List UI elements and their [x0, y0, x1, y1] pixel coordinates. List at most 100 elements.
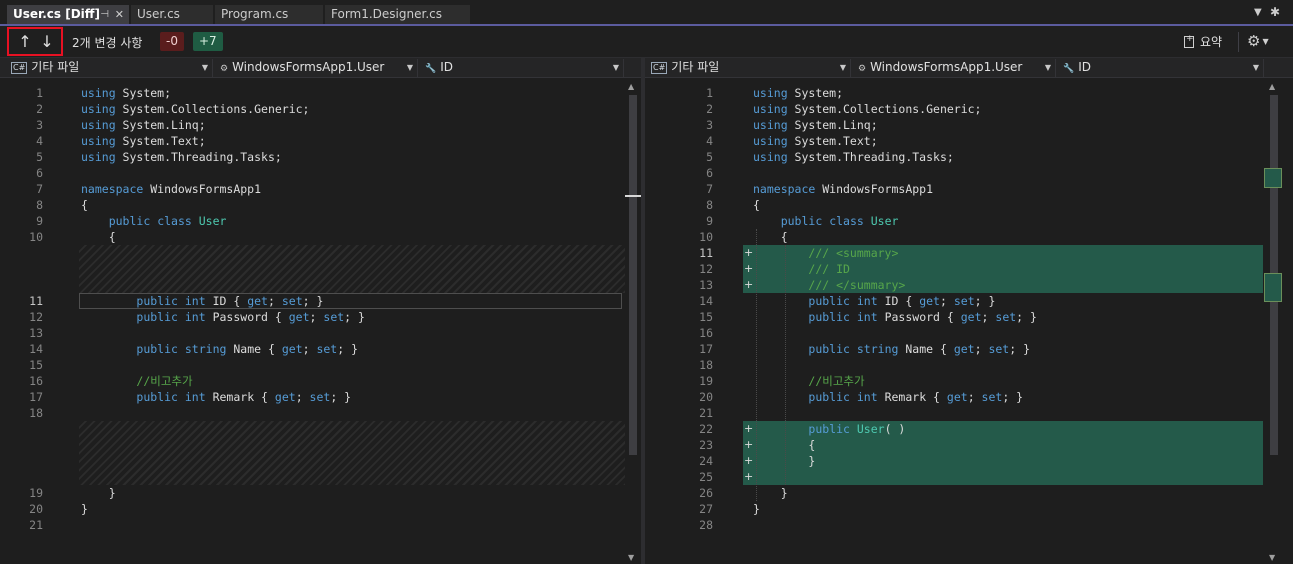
code-line: using System.Text;	[81, 134, 206, 148]
line-number: 10	[29, 230, 43, 244]
line-number: 27	[699, 502, 713, 516]
code-line: {	[753, 198, 760, 212]
left-vertical-scrollbar[interactable]: ▲ ▼	[625, 79, 641, 564]
code-line: }	[81, 486, 116, 500]
line-number: 9	[36, 214, 43, 228]
tab-label: Form1.Designer.cs	[331, 7, 442, 21]
tab-program-cs[interactable]: Program.cs	[215, 5, 323, 24]
added-line-plus-icon: +	[744, 246, 754, 259]
right-member-dropdown[interactable]: 🔧 ID ▼	[1059, 59, 1264, 77]
code-line: {	[81, 230, 116, 244]
diff-toolbar: ↑ ↓ 2개 변경 사항 -0 +7 요약 ⚙▼	[0, 26, 1293, 58]
right-type-dropdown[interactable]: ⚙ WindowsFormsApp1.User ▼	[854, 59, 1056, 77]
line-number: 21	[29, 518, 43, 532]
added-line-plus-icon: +	[744, 438, 754, 451]
document-tab-strip: User.cs [Diff] ⊣ ✕ User.cs Program.cs Fo…	[0, 0, 1293, 26]
code-line: }	[753, 502, 760, 516]
line-number: 3	[36, 118, 43, 132]
code-line: public int Remark { get; set; }	[136, 390, 352, 404]
line-number: 16	[29, 374, 43, 388]
summary-button[interactable]: 요약	[1184, 33, 1222, 52]
left-project-dropdown[interactable]: C# 기타 파일 ▼	[8, 59, 213, 77]
added-line-plus-icon: +	[744, 454, 754, 467]
line-number: 6	[36, 166, 43, 180]
tab-form1-designer-cs[interactable]: Form1.Designer.cs	[325, 5, 470, 24]
scroll-up-icon[interactable]: ▲	[628, 82, 634, 91]
settings-gear-icon[interactable]: ✱	[1270, 5, 1280, 19]
left-type-dropdown[interactable]: ⚙ WindowsFormsApp1.User ▼	[216, 59, 418, 77]
left-navigation-bar: C# 기타 파일 ▼ ⚙ WindowsFormsApp1.User ▼ 🔧 ID ▼	[0, 58, 641, 78]
code-line: public int Remark { get; set; }	[808, 390, 1024, 404]
diff-gap-filler	[79, 421, 625, 485]
code-line: //비고추가	[136, 374, 193, 388]
chevron-down-icon: ▼	[201, 63, 208, 72]
code-line: public string Name { get; set; }	[136, 342, 359, 356]
line-number: 15	[29, 358, 43, 372]
line-number: 22	[699, 422, 713, 436]
code-line: namespace WindowsFormsApp1	[81, 182, 262, 196]
scroll-down-icon[interactable]: ▼	[628, 553, 634, 562]
line-number: 8	[706, 198, 713, 212]
chevron-down-icon: ▼	[1252, 63, 1259, 72]
added-line-plus-icon: +	[744, 262, 754, 275]
line-number: 17	[699, 342, 713, 356]
line-number: 15	[699, 310, 713, 324]
left-project-label: 기타 파일	[31, 60, 80, 74]
tab-list-dropdown-icon[interactable]: ▼	[1254, 7, 1262, 18]
diff-gap-filler	[79, 245, 625, 293]
toolbar-separator	[1238, 32, 1239, 52]
gear-icon: ⚙	[1247, 32, 1261, 50]
wrench-icon: 🔧	[1063, 64, 1075, 74]
line-number: 16	[699, 326, 713, 340]
summary-document-icon	[1184, 34, 1194, 48]
right-vertical-scrollbar[interactable]: ▲ ▼	[1264, 79, 1284, 564]
line-number: 18	[699, 358, 713, 372]
line-number: 11	[29, 294, 43, 308]
line-number: 25	[699, 470, 713, 484]
right-project-dropdown[interactable]: C# 기타 파일 ▼	[648, 59, 851, 77]
code-line: using System;	[753, 86, 844, 100]
previous-change-button[interactable]: ↑	[15, 32, 35, 52]
code-line: //비고추가	[808, 374, 865, 388]
close-icon[interactable]: ✕	[115, 5, 124, 24]
left-member-dropdown[interactable]: 🔧 ID ▼	[421, 59, 624, 77]
line-number: 23	[699, 438, 713, 452]
tab-label: User.cs [Diff]	[13, 7, 100, 21]
csharp-file-icon: C#	[11, 62, 28, 74]
code-line: /// ID	[808, 262, 850, 276]
added-change-marker	[1264, 273, 1282, 302]
left-code-editor[interactable]: 1 using System; 2 using System.Collections.…	[0, 79, 625, 564]
tab-user-cs-diff[interactable]: User.cs [Diff] ⊣ ✕	[7, 5, 129, 24]
added-line-plus-icon: +	[744, 470, 754, 483]
tab-user-cs[interactable]: User.cs	[131, 5, 213, 24]
class-icon: ⚙	[220, 64, 229, 74]
added-line-plus-icon: +	[744, 278, 754, 291]
added-change-marker	[1264, 168, 1282, 188]
scroll-up-icon[interactable]: ▲	[1269, 82, 1275, 91]
line-number: 1	[36, 86, 43, 100]
scroll-down-icon[interactable]: ▼	[1269, 553, 1275, 562]
scrollbar-thumb[interactable]	[629, 95, 637, 455]
line-number: 2	[706, 102, 713, 116]
change-navigation-group: ↑ ↓	[7, 27, 63, 56]
tab-label: User.cs	[137, 7, 180, 21]
right-project-label: 기타 파일	[671, 60, 720, 74]
right-code-editor[interactable]: 1 using System; 2 using System.Collections.…	[645, 79, 1263, 564]
line-number: 18	[29, 406, 43, 420]
pin-icon[interactable]: ⊣	[100, 5, 109, 24]
tab-label: Program.cs	[221, 7, 289, 21]
line-number: 19	[29, 486, 43, 500]
added-line-highlight	[743, 437, 1263, 453]
line-number: 28	[699, 518, 713, 532]
left-diff-pane: C# 기타 파일 ▼ ⚙ WindowsFormsApp1.User ▼ 🔧 ID ▼…	[0, 58, 641, 564]
added-line-plus-icon: +	[744, 422, 754, 435]
line-number: 5	[706, 150, 713, 164]
line-number: 19	[699, 374, 713, 388]
chevron-down-icon: ▼	[406, 63, 413, 72]
line-number: 4	[706, 134, 713, 148]
next-change-button[interactable]: ↓	[37, 32, 57, 52]
chevron-down-icon: ▼	[839, 63, 846, 72]
line-number: 12	[29, 310, 43, 324]
left-member-label: ID	[440, 60, 453, 74]
diff-settings-button[interactable]: ⚙ ▼	[1247, 32, 1269, 50]
